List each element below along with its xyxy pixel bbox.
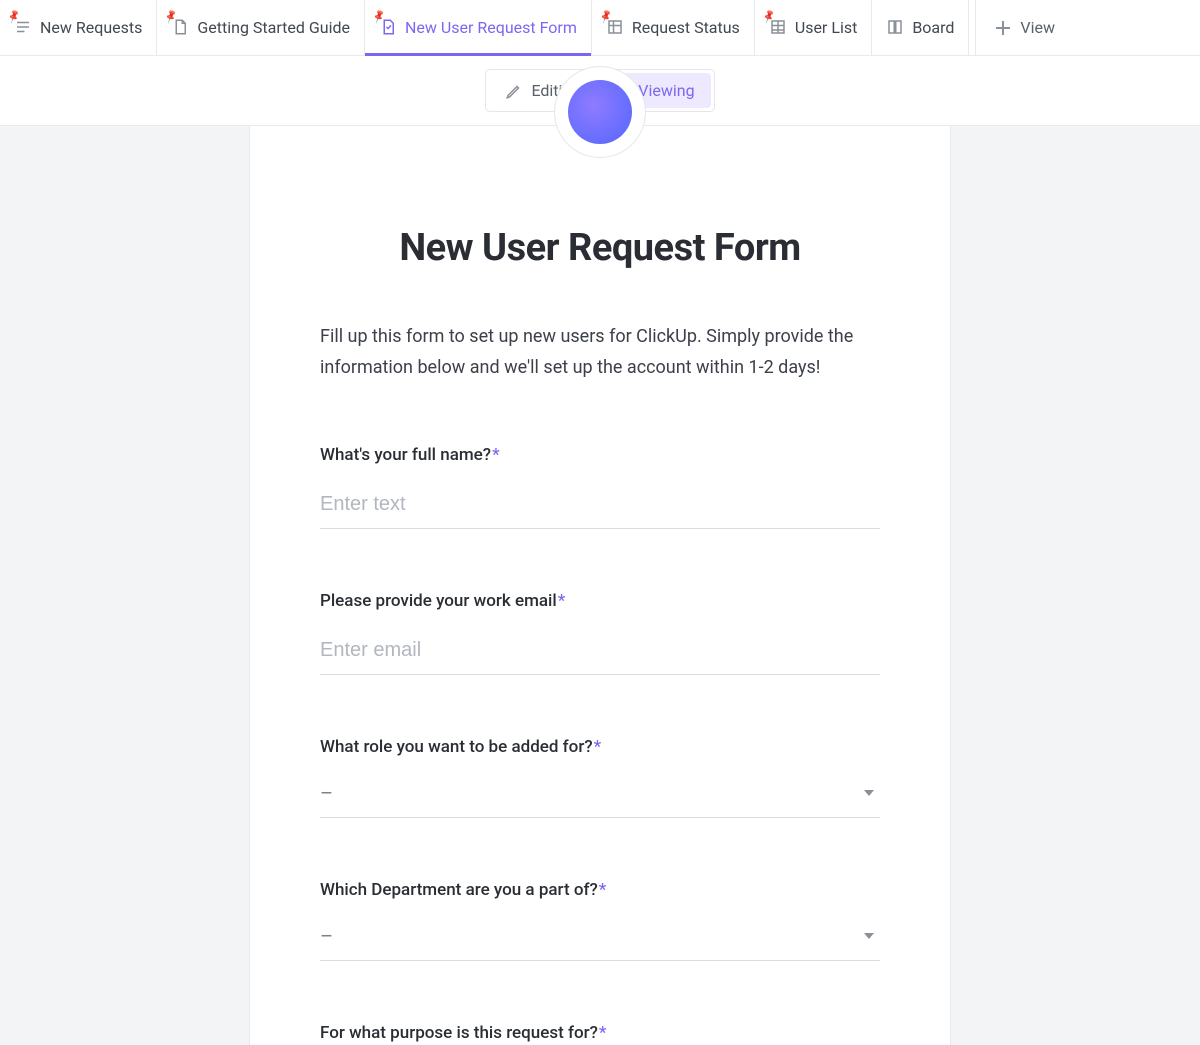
document-icon: 📌 [171,18,189,38]
form-title: New User Request Form [250,226,950,270]
tab-label: New Requests [40,18,142,37]
tab-getting-started-guide[interactable]: 📌 Getting Started Guide [157,0,365,56]
view-tabs: 📌 New Requests 📌 Getting Started Guide 📌… [0,0,1200,56]
board-icon: 📌 [606,18,624,38]
field-label: What role you want to be added for?* [320,737,880,757]
field-label-text: Please provide your work email [320,591,557,611]
add-view-button[interactable]: View [975,0,1073,56]
tab-label: New User Request Form [405,18,577,37]
select-placeholder: – [320,781,333,805]
tab-board[interactable]: Board [872,0,969,56]
field-work-email: Please provide your work email* [320,591,880,675]
form-logo [250,126,950,196]
field-label-text: Which Department are you a part of? [320,880,598,900]
pencil-icon [505,82,523,100]
tab-label: User List [795,18,858,37]
field-label: Which Department are you a part of?* [320,880,880,900]
select-placeholder: – [320,924,333,948]
form-card: New User Request Form Fill up this form … [250,126,950,1045]
form-canvas: New User Request Form Fill up this form … [0,126,1200,1045]
field-department: Which Department are you a part of?* – [320,880,880,961]
tab-label: Request Status [632,18,740,37]
work-email-input[interactable] [320,627,880,675]
add-view-label: View [1020,18,1055,37]
tab-user-list[interactable]: 📌 User List [755,0,873,56]
chevron-down-icon [864,790,874,796]
field-label-text: What role you want to be added for? [320,737,593,757]
field-label: Please provide your work email* [320,591,880,611]
required-asterisk: * [599,1023,607,1043]
book-icon [886,18,904,38]
field-label: For what purpose is this request for?* [320,1023,880,1043]
required-asterisk: * [594,737,602,757]
required-asterisk: * [558,591,566,611]
tab-new-requests[interactable]: 📌 New Requests [0,0,157,56]
tab-label: Board [912,18,954,37]
form-fields: What's your full name?* Please provide y… [250,445,950,1043]
field-label-text: What's your full name? [320,445,491,465]
full-name-input[interactable] [320,481,880,529]
field-label-text: For what purpose is this request for? [320,1023,598,1043]
tab-request-status[interactable]: 📌 Request Status [592,0,755,56]
tab-new-user-request-form[interactable]: 📌 New User Request Form [365,0,592,56]
role-select[interactable]: – [320,769,880,818]
field-full-name: What's your full name?* [320,445,880,529]
chevron-down-icon [864,933,874,939]
field-label: What's your full name?* [320,445,880,465]
form-icon: 📌 [379,18,397,38]
plus-icon [994,19,1012,37]
form-description: Fill up this form to set up new users fo… [250,322,950,383]
table-icon: 📌 [769,18,787,38]
required-asterisk: * [492,445,500,465]
required-asterisk: * [599,880,607,900]
field-role: What role you want to be added for?* – [320,737,880,818]
field-purpose: For what purpose is this request for?* [320,1023,880,1043]
list-icon: 📌 [14,18,32,38]
tab-label: Getting Started Guide [197,18,350,37]
mode-btn-label: Viewing [638,81,694,100]
department-select[interactable]: – [320,912,880,961]
